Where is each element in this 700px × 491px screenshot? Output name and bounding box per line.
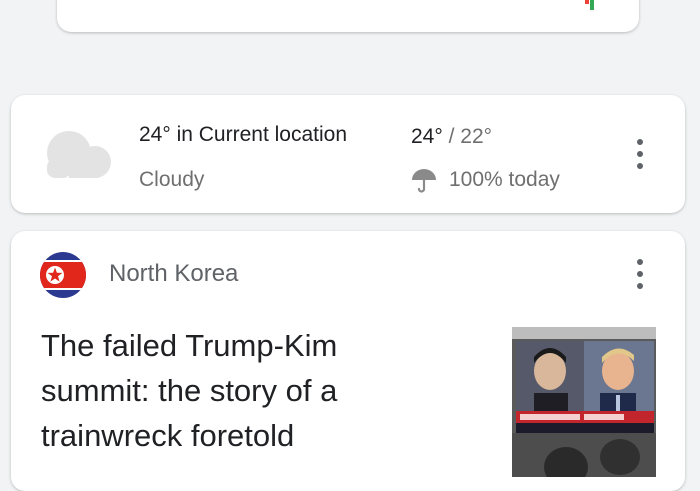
weather-condition: Cloudy — [139, 168, 205, 191]
north-korea-flag-icon — [40, 252, 86, 298]
weather-high-low: 24° / 22° — [411, 125, 492, 149]
weather-separator: / — [448, 125, 455, 148]
news-headline[interactable]: The failed Trump-Kim summit: the story o… — [41, 323, 441, 458]
umbrella-icon — [412, 169, 436, 193]
more-options-icon[interactable] — [628, 256, 652, 292]
cloud-icon — [47, 131, 111, 178]
weather-high: 24° — [411, 125, 443, 148]
weather-location: 24° in Current location — [139, 123, 348, 146]
more-options-icon[interactable] — [628, 136, 652, 172]
weather-low: 22° — [460, 125, 493, 148]
weather-precipitation: 100% today — [449, 168, 560, 191]
weather-card[interactable]: 24° in Current location Cloudy 24° / 22°… — [11, 95, 685, 213]
search-card[interactable] — [57, 0, 639, 32]
news-source: North Korea — [109, 260, 239, 287]
news-card[interactable]: North Korea The failed Trump-Kim summit:… — [11, 231, 685, 491]
mic-icon[interactable] — [585, 0, 599, 10]
news-thumbnail[interactable] — [512, 327, 656, 477]
